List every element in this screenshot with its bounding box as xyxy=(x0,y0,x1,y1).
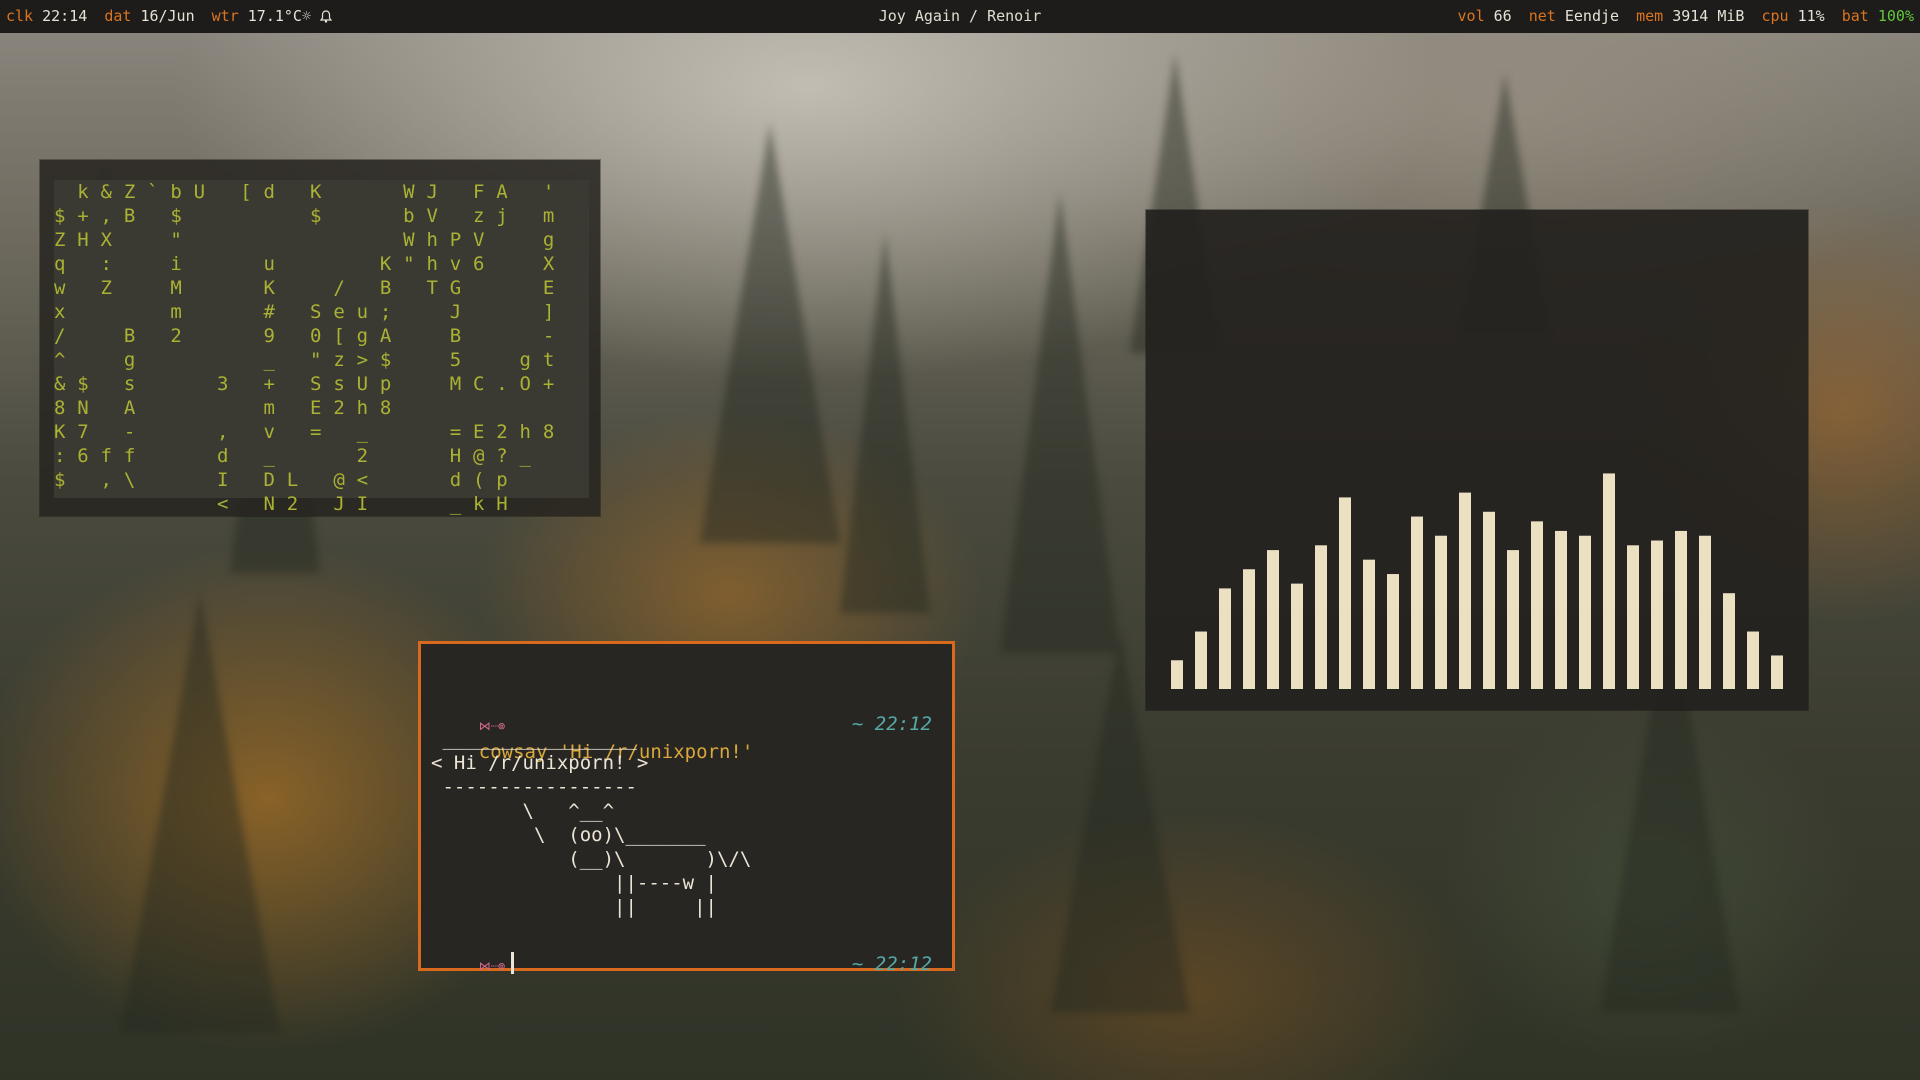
cpu-value: 11% xyxy=(1797,7,1825,25)
network-label: net xyxy=(1528,7,1556,25)
wallpaper-tree xyxy=(700,123,840,543)
visualizer-bar xyxy=(1723,593,1735,689)
visualizer-bar xyxy=(1555,530,1567,689)
memory-label: mem xyxy=(1636,7,1664,25)
wallpaper-tree xyxy=(120,593,280,1033)
wallpaper-tree xyxy=(840,233,930,613)
visualizer-bar xyxy=(1387,574,1399,689)
status-bar-right: vol 66 net Eendje mem 3914 MiB cpu 11% b… xyxy=(1458,0,1914,33)
visualizer-bar xyxy=(1195,631,1207,689)
visualizer-bar xyxy=(1651,540,1663,689)
visualizer-bar xyxy=(1603,473,1615,689)
matrix-rain-text: k & Z ` b U [ d K W J F A ' $ + , B $ $ … xyxy=(54,181,555,515)
wallpaper-tree xyxy=(1000,193,1120,653)
cowsay-output: _________________ < Hi /r/unixporn! > --… xyxy=(431,728,752,918)
visualizer-bar xyxy=(1339,497,1351,689)
timestamp-value: 22:12 xyxy=(874,953,932,975)
visualizer-bar xyxy=(1315,545,1327,689)
visualizer-bar xyxy=(1411,516,1423,689)
prompt-timestamp: ~ 22:12 xyxy=(806,925,932,975)
visualizer-bar xyxy=(1435,535,1447,689)
prompt-icon: ⋈┈⊚ xyxy=(478,959,506,973)
terminal-window[interactable]: ⋈┈⊚ cowsay 'Hi /r/unixporn!' ~ 22:12 ___… xyxy=(418,641,955,975)
cpu-label: cpu xyxy=(1761,7,1789,25)
visualizer-bar xyxy=(1459,492,1471,689)
matrix-terminal-body: k & Z ` b U [ d K W J F A ' $ + , B $ $ … xyxy=(54,180,589,515)
visualizer-bar xyxy=(1267,550,1279,689)
command-timestamp: ~ 22:12 xyxy=(806,685,932,735)
audio-visualizer-window[interactable] xyxy=(1146,210,1808,710)
visualizer-bar xyxy=(1291,583,1303,689)
text-cursor xyxy=(511,952,515,974)
memory-value: 3914 MiB xyxy=(1672,7,1745,25)
volume-value[interactable]: 66 xyxy=(1494,7,1512,25)
input-line[interactable]: ⋈┈⊚ xyxy=(433,925,515,974)
volume-label: vol xyxy=(1457,7,1485,25)
visualizer-bar xyxy=(1627,545,1639,689)
visualizer-bar xyxy=(1699,535,1711,689)
home-tilde: ~ xyxy=(851,713,864,735)
visualizer-bar xyxy=(1507,550,1519,689)
visualizer-bar xyxy=(1363,559,1375,689)
timestamp-value: 22:12 xyxy=(874,713,932,735)
visualizer-bar xyxy=(1675,530,1687,689)
visualizer-bar xyxy=(1771,655,1783,689)
network-value[interactable]: Eendje xyxy=(1565,7,1619,25)
visualizer-bar xyxy=(1747,631,1759,689)
visualizer-bar xyxy=(1483,511,1495,689)
visualizer-bar xyxy=(1171,660,1183,689)
matrix-terminal-window[interactable]: k & Z ` b U [ d K W J F A ' $ + , B $ $ … xyxy=(40,160,600,516)
battery-label: bat xyxy=(1841,7,1869,25)
audio-visualizer xyxy=(1171,473,1783,689)
visualizer-bar xyxy=(1531,521,1543,689)
command-line: ⋈┈⊚ cowsay 'Hi /r/unixporn!' xyxy=(433,685,754,763)
home-tilde: ~ xyxy=(851,953,864,975)
visualizer-bar xyxy=(1219,588,1231,689)
visualizer-bar xyxy=(1243,569,1255,689)
visualizer-bar xyxy=(1579,535,1591,689)
battery-value: 100% xyxy=(1877,7,1914,25)
status-bar: clk 22:14 dat 16/Jun wtr 17.1°C☼ Joy Aga… xyxy=(0,0,1920,33)
